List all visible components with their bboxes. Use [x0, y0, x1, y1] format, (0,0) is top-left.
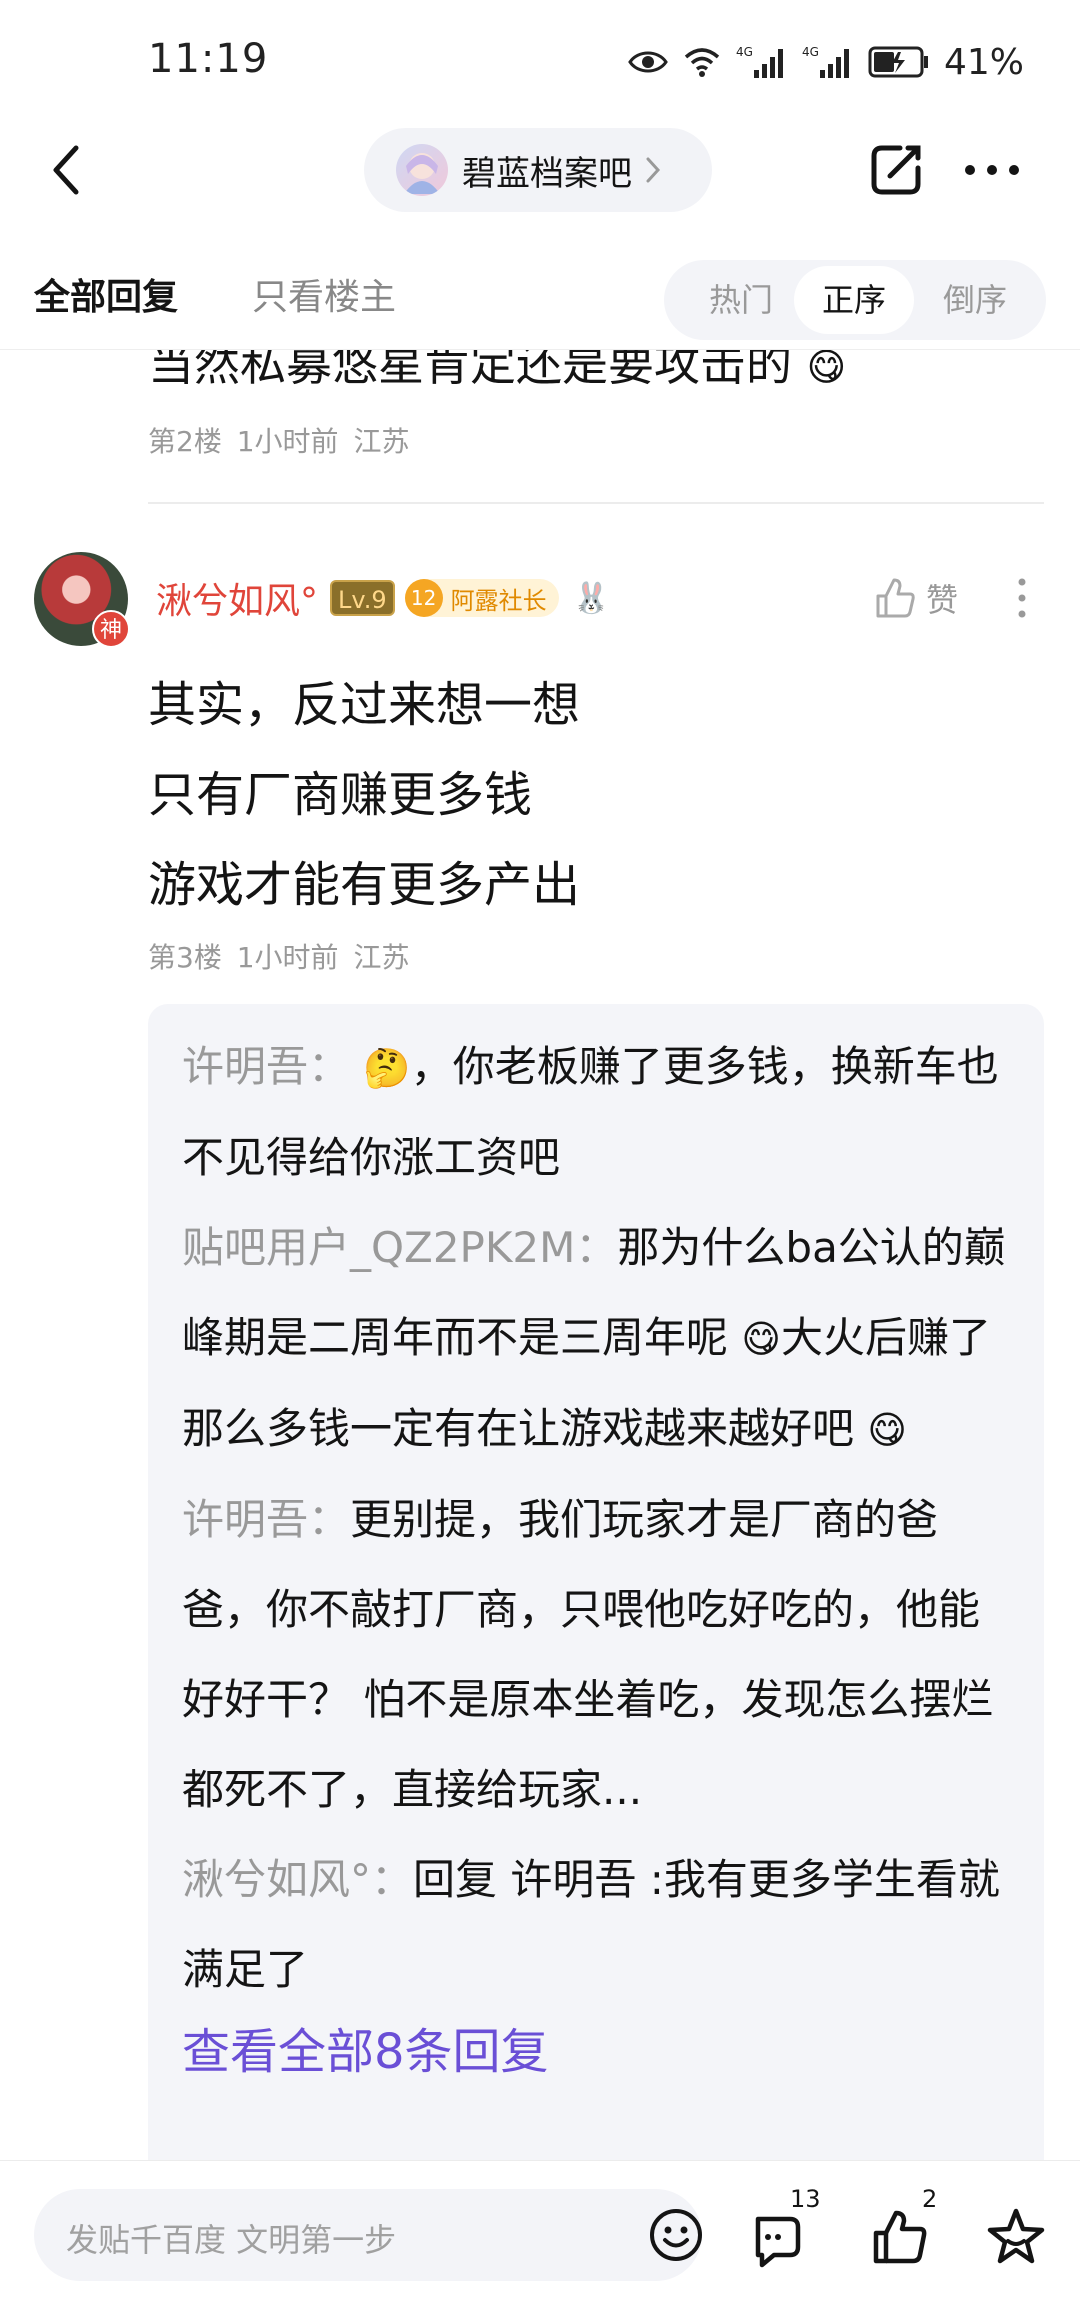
more-dots-icon — [965, 165, 1019, 175]
thinking-emoji-icon: 🤔 — [363, 1046, 411, 1090]
thread-content[interactable]: 当然私募悠星肯定还是要攻击的 😋 第2楼 1小时前 江苏 神 湫兮如风° Lv.… — [0, 300, 1080, 2160]
status-icons: 4G 4G 41% — [628, 38, 1024, 86]
more-button[interactable] — [960, 140, 1024, 200]
status-bar: 11:19 4G 4G 41% — [0, 0, 1080, 120]
previous-floor-meta: 第2楼 1小时前 江苏 — [148, 420, 409, 460]
emoji-icon: 😋 — [867, 1408, 907, 1452]
comment-icon — [755, 2216, 801, 2268]
reply-author[interactable]: 贴吧用户_QZ2PK2M — [182, 1223, 575, 1272]
thumbs-up-button[interactable] — [868, 2205, 932, 2269]
forum-name: 碧蓝档案吧 — [462, 153, 632, 194]
username[interactable]: 湫兮如风° — [156, 572, 318, 624]
kebab-icon — [1018, 578, 1026, 618]
post-menu-button[interactable] — [1010, 572, 1034, 624]
reply-author[interactable]: 湫兮如风° — [182, 1855, 371, 1904]
level-badge: Lv.9 — [330, 580, 395, 616]
title-badge: 12 阿露社长 — [404, 579, 559, 617]
view-all-replies-link[interactable]: 查看全部8条回复 — [182, 2007, 1016, 2097]
network-label: 4G — [802, 45, 819, 59]
eye-icon — [628, 51, 668, 73]
back-button[interactable] — [40, 140, 100, 200]
nav-bar: 碧蓝档案吧 — [0, 124, 1080, 216]
favorite-button[interactable] — [984, 2205, 1048, 2269]
sort-descending[interactable]: 倒序 — [920, 260, 1030, 340]
post-line: 只有厂商赚更多钱 — [148, 767, 533, 823]
comment-button[interactable] — [748, 2207, 812, 2271]
post-location: 江苏 — [353, 941, 410, 974]
reply-author[interactable]: 许明吾 — [182, 1042, 308, 1091]
reply-author[interactable]: 许明吾 — [182, 1495, 308, 1544]
reply-input[interactable]: 发贴千百度 文明第一步 — [34, 2189, 702, 2281]
reply-input-placeholder: 发贴千百度 文明第一步 — [66, 2221, 397, 2259]
bottom-bar: 发贴千百度 文明第一步 13 2 — [0, 2160, 1080, 2310]
god-badge: 神 — [92, 610, 130, 648]
title-level: 12 — [404, 579, 443, 617]
edit-icon — [871, 145, 921, 195]
post-time: 1小时前 — [236, 425, 339, 458]
emoji-button[interactable] — [648, 2207, 704, 2263]
post-line: 其实，反过来想一想 — [148, 677, 581, 733]
post-time: 1小时前 — [236, 941, 339, 974]
post-line: 游戏才能有更多产出 — [148, 857, 581, 913]
sort-toggle: 热门 正序 倒序 — [664, 260, 1046, 340]
back-arrow-icon — [53, 145, 79, 195]
post-body: 其实，反过来想一想 只有厂商赚更多钱 游戏才能有更多产出 — [148, 660, 580, 930]
post-meta: 第3楼 1小时前 江苏 — [148, 936, 409, 976]
network-label: 4G — [736, 45, 753, 59]
like-count: 2 — [922, 2185, 938, 2213]
battery-percentage: 41% — [943, 41, 1024, 83]
emoji-icon: 😋 — [806, 345, 847, 389]
thumbs-up-icon — [873, 2210, 927, 2264]
signal-icon: 4G — [736, 45, 783, 78]
avatar[interactable]: 神 — [34, 552, 130, 648]
comment-count: 13 — [790, 2185, 821, 2213]
tab-row: 全部回复 只看楼主 热门 正序 倒序 — [0, 250, 1080, 350]
floor-number: 第2楼 — [148, 425, 222, 458]
tab-op-only[interactable]: 只看楼主 — [252, 268, 396, 320]
signal-icon: 4G — [802, 45, 849, 78]
status-time: 11:19 — [148, 36, 269, 82]
edit-button[interactable] — [864, 138, 928, 202]
star-icon — [987, 2208, 1045, 2264]
title-text: 阿露社长 — [450, 586, 547, 615]
wifi-icon — [684, 48, 720, 77]
sub-reply[interactable]: 湫兮如风°：回复 许明吾 :我有更多学生看就满足了 — [182, 1835, 1016, 2015]
emoji-icon: 😋 — [741, 1317, 781, 1361]
sub-replies: 许明吾： 🤔，你老板赚了更多钱，换新车也不见得给你涨工资吧 贴吧用户_QZ2PK… — [148, 1004, 1044, 2160]
floor-number: 第3楼 — [148, 941, 222, 974]
like-label: 赞 — [926, 581, 959, 619]
sub-reply[interactable]: 许明吾：更别提，我们玩家才是厂商的爸爸，你不敲打厂商，只喂他吃好吃的，他能好好干… — [182, 1475, 1016, 1835]
battery-icon — [868, 46, 928, 78]
post-location: 江苏 — [353, 425, 410, 458]
forum-avatar — [396, 144, 448, 196]
floor-divider — [148, 502, 1044, 504]
sort-ascending[interactable]: 正序 — [794, 266, 914, 334]
smiley-icon — [650, 2209, 702, 2261]
tab-all-replies[interactable]: 全部回复 — [34, 268, 178, 320]
thumbs-up-icon — [876, 578, 915, 618]
rabbit-icon: 🐰 — [572, 580, 610, 616]
chevron-right-icon — [646, 157, 661, 183]
like-button[interactable]: 赞 — [874, 572, 958, 624]
sort-hot[interactable]: 热门 — [686, 260, 796, 340]
forum-pill[interactable]: 碧蓝档案吧 — [364, 128, 712, 212]
sub-reply[interactable]: 贴吧用户_QZ2PK2M：那为什么ba公认的巅峰期是二周年而不是三周年呢 😋大火… — [182, 1203, 1016, 1475]
sub-reply[interactable]: 许明吾： 🤔，你老板赚了更多钱，换新车也不见得给你涨工资吧 — [182, 1022, 1016, 1203]
user-info: 湫兮如风° Lv.9 12 阿露社长 🐰 — [156, 570, 610, 626]
